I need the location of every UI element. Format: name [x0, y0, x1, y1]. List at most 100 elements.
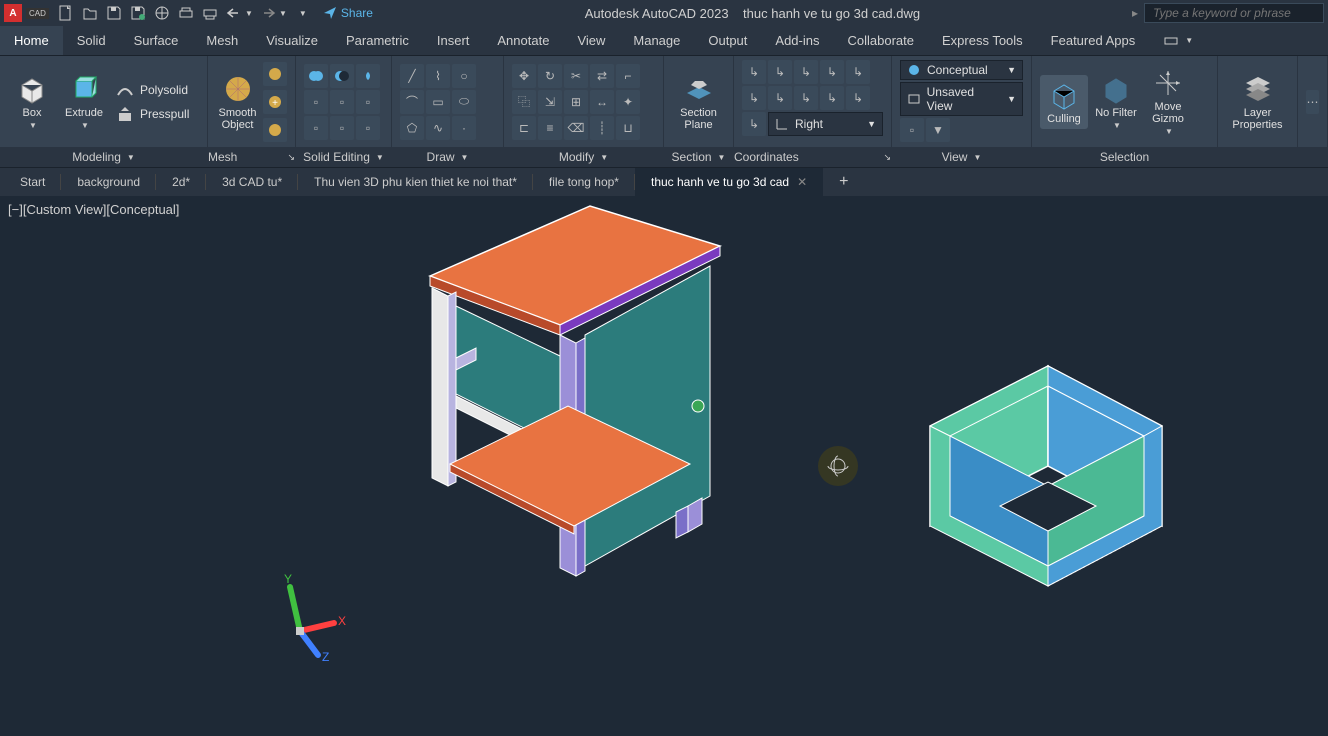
erase-icon[interactable]: ⌫ — [564, 116, 588, 140]
mesh-more-icon[interactable] — [263, 62, 287, 86]
file-tab-active[interactable]: thuc hanh ve tu go 3d cad✕ — [635, 168, 823, 196]
union-icon[interactable] — [304, 64, 328, 88]
shell-icon[interactable]: ▫ — [356, 116, 380, 140]
tab-annotate[interactable]: Annotate — [483, 26, 563, 55]
close-tab-icon[interactable]: ✕ — [797, 175, 807, 189]
tab-featured[interactable]: Featured Apps — [1037, 26, 1150, 55]
panel-overflow-icon[interactable]: ⋯ — [1306, 90, 1319, 114]
presspull-button[interactable]: Presspull — [112, 103, 193, 125]
ucs-world-icon[interactable]: ↳ — [742, 60, 766, 84]
mesh-less-icon[interactable]: + — [263, 90, 287, 114]
trim-icon[interactable]: ✂ — [564, 64, 588, 88]
offset-icon[interactable]: ⊏ — [512, 116, 536, 140]
ellipse-icon[interactable]: ⬭ — [452, 90, 476, 114]
tab-visualize[interactable]: Visualize — [252, 26, 332, 55]
move-icon[interactable]: ✥ — [512, 64, 536, 88]
ucs-3point-icon[interactable]: ↳ — [820, 86, 844, 110]
ucs-prev-icon[interactable]: ↳ — [742, 112, 766, 136]
tab-express[interactable]: Express Tools — [928, 26, 1037, 55]
share-button[interactable]: Share — [323, 6, 373, 20]
panel-title-coordinates[interactable]: Coordinates↘ — [734, 147, 891, 167]
arc-icon[interactable]: ⌒ — [400, 90, 424, 114]
ucs-origin-icon[interactable]: ↳ — [794, 86, 818, 110]
web-save-icon[interactable] — [153, 4, 171, 22]
file-tab-thuvien[interactable]: Thu vien 3D phu kien thiet ke noi that* — [298, 168, 533, 196]
tab-mesh[interactable]: Mesh — [192, 26, 252, 55]
file-tab-background[interactable]: background — [61, 168, 156, 196]
search-input[interactable] — [1144, 3, 1324, 23]
tab-output[interactable]: Output — [694, 26, 761, 55]
tab-surface[interactable]: Surface — [120, 26, 193, 55]
mesh-refine-icon[interactable] — [263, 118, 287, 142]
move-gizmo-button[interactable]: Move Gizmo▼ — [1144, 67, 1192, 136]
ucs-view-icon[interactable]: ↳ — [768, 86, 792, 110]
ucs-named-select[interactable]: Right▼ — [768, 112, 883, 136]
tab-insert[interactable]: Insert — [423, 26, 484, 55]
plot-icon[interactable] — [177, 4, 195, 22]
saveas-icon[interactable] — [129, 4, 147, 22]
new-tab-button[interactable]: + — [823, 168, 864, 196]
file-tab-start[interactable]: Start — [4, 168, 61, 196]
layer-properties-button[interactable]: Layer Properties — [1226, 73, 1289, 131]
no-filter-button[interactable]: No Filter▼ — [1092, 73, 1140, 130]
info-caret-icon[interactable]: ▸ — [1132, 6, 1138, 20]
point-icon[interactable]: · — [452, 116, 476, 140]
join-icon[interactable]: ⊔ — [616, 116, 640, 140]
copy-icon[interactable]: ⿻ — [512, 90, 536, 114]
tab-collaborate[interactable]: Collaborate — [833, 26, 928, 55]
open-icon[interactable] — [81, 4, 99, 22]
new-icon[interactable] — [57, 4, 75, 22]
file-tab-2d[interactable]: 2d* — [156, 168, 206, 196]
named-view-select[interactable]: Unsaved View▼ — [900, 82, 1023, 116]
panel-title-modify[interactable]: Modify▼ — [504, 147, 663, 167]
face-extrude-icon[interactable]: ▫ — [304, 90, 328, 114]
break-icon[interactable]: ┊ — [590, 116, 614, 140]
file-tab-3dcadtu[interactable]: 3d CAD tu* — [206, 168, 298, 196]
panel-title-section[interactable]: Section▼ — [664, 147, 733, 167]
circle-icon[interactable]: ○ — [452, 64, 476, 88]
tab-home[interactable]: Home — [0, 26, 63, 55]
panel-title-modeling[interactable]: Modeling▼ — [0, 147, 207, 167]
smooth-object-button[interactable]: Smooth Object — [216, 73, 259, 131]
panel-title-view[interactable]: View▼ — [892, 147, 1031, 167]
line-icon[interactable]: ╱ — [400, 64, 424, 88]
fillet-icon[interactable]: ⌐ — [616, 64, 640, 88]
save-icon[interactable] — [105, 4, 123, 22]
qat-dropdown-icon[interactable]: ▼ — [293, 4, 311, 22]
tab-solid[interactable]: Solid — [63, 26, 120, 55]
viewport[interactable]: [−][Custom View][Conceptual] X Y Z — [0, 196, 1328, 736]
rotate-icon[interactable]: ↻ — [538, 64, 562, 88]
tab-view[interactable]: View — [563, 26, 619, 55]
ucs-face-icon[interactable]: ↳ — [742, 86, 766, 110]
panel-title-draw[interactable]: Draw▼ — [392, 147, 503, 167]
align-icon[interactable]: ≡ — [538, 116, 562, 140]
print-icon[interactable] — [201, 4, 219, 22]
rectangle-icon[interactable]: ▭ — [426, 90, 450, 114]
ucs-y-icon[interactable]: ↳ — [794, 60, 818, 84]
extrude-button[interactable]: Extrude▼ — [60, 73, 108, 130]
ucs-named-icon[interactable]: ↳ — [846, 60, 870, 84]
panel-title-mesh[interactable]: Mesh↘ — [208, 147, 295, 167]
stretch-icon[interactable]: ↔ — [590, 90, 614, 114]
tab-overflow-icon[interactable]: ▼ — [1149, 26, 1207, 55]
scale-icon[interactable]: ⇲ — [538, 90, 562, 114]
panel-title-solid-editing[interactable]: Solid Editing▼ — [296, 147, 391, 167]
array-icon[interactable]: ⊞ — [564, 90, 588, 114]
section-plane-button[interactable]: Section Plane — [672, 73, 725, 131]
ucs-x-icon[interactable]: ↳ — [768, 60, 792, 84]
box-button[interactable]: Box▼ — [8, 73, 56, 130]
mirror-icon[interactable]: ⇄ — [590, 64, 614, 88]
edge-chamfer-icon[interactable]: ▫ — [330, 116, 354, 140]
explode-icon[interactable]: ✦ — [616, 90, 640, 114]
subtract-icon[interactable] — [330, 64, 354, 88]
tab-addins[interactable]: Add-ins — [761, 26, 833, 55]
undo-icon[interactable]: ▼ — [225, 4, 253, 22]
tab-manage[interactable]: Manage — [619, 26, 694, 55]
ucs-z-icon[interactable]: ↳ — [820, 60, 844, 84]
spline-icon[interactable]: ∿ — [426, 116, 450, 140]
file-tab-filetong[interactable]: file tong hop* — [533, 168, 635, 196]
view-manager-icon[interactable]: ▫ — [900, 118, 924, 142]
view-dd-icon[interactable]: ▼ — [926, 118, 950, 142]
face-move-icon[interactable]: ▫ — [356, 90, 380, 114]
tab-parametric[interactable]: Parametric — [332, 26, 423, 55]
